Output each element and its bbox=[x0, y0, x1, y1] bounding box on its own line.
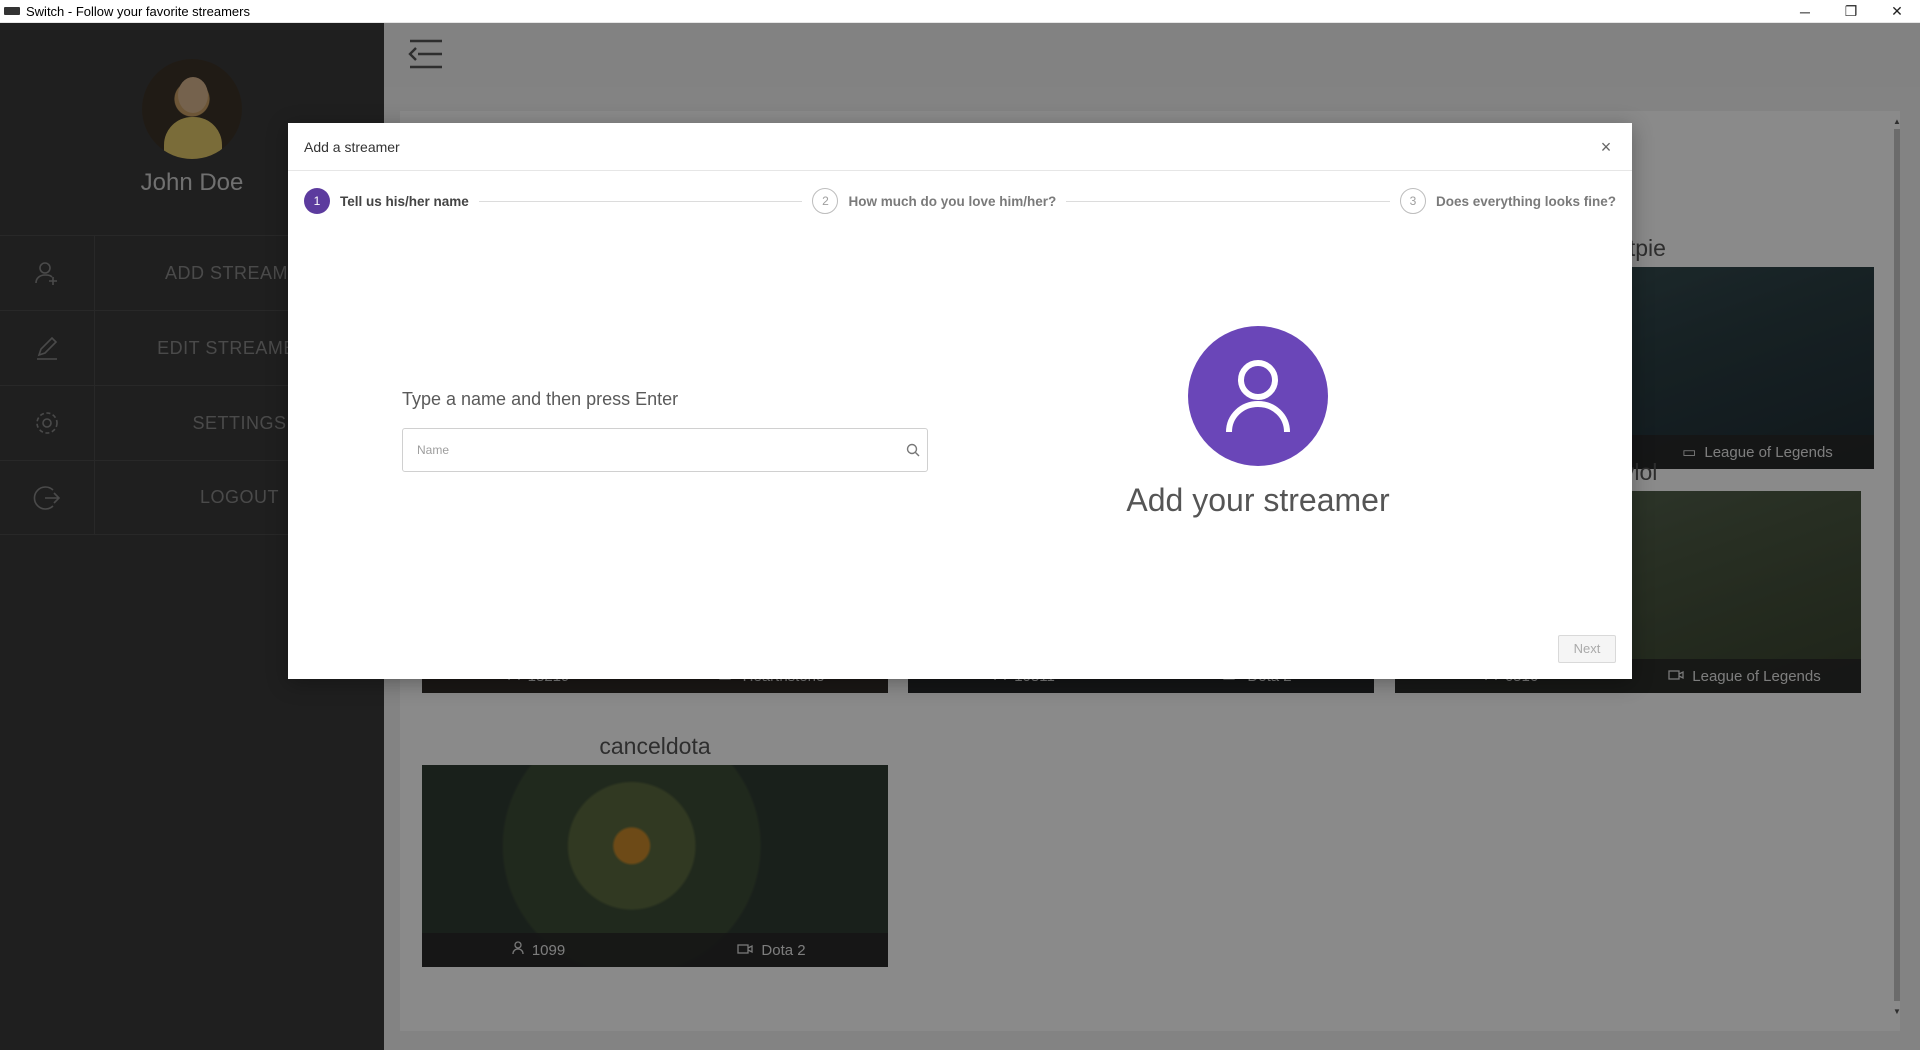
name-form: Type a name and then press Enter bbox=[402, 389, 928, 472]
step-label: Tell us his/her name bbox=[340, 193, 469, 209]
step-1: 1 Tell us his/her name bbox=[304, 188, 469, 214]
add-streamer-dialog: Add a streamer × 1 Tell us his/her name … bbox=[288, 123, 1632, 679]
dialog-title: Add a streamer bbox=[304, 139, 400, 155]
search-icon[interactable] bbox=[905, 442, 921, 463]
step-divider bbox=[1066, 200, 1390, 202]
step-number: 2 bbox=[812, 188, 839, 214]
close-icon[interactable]: × bbox=[1594, 135, 1618, 159]
stepper: 1 Tell us his/her name 2 How much do you… bbox=[304, 187, 1616, 215]
step-divider bbox=[478, 200, 803, 202]
step-number: 3 bbox=[1399, 188, 1426, 214]
window-title: Switch - Follow your favorite streamers bbox=[26, 3, 250, 19]
app-icon bbox=[4, 7, 20, 15]
step-label: Does everything looks fine? bbox=[1435, 193, 1616, 209]
step-2: 2 How much do you love him/her? bbox=[812, 188, 1056, 214]
step-number: 1 bbox=[304, 188, 330, 214]
name-input[interactable] bbox=[415, 430, 895, 470]
close-window-button[interactable]: ✕ bbox=[1874, 0, 1920, 23]
window-titlebar: Switch - Follow your favorite streamers … bbox=[0, 0, 1920, 23]
form-label: Type a name and then press Enter bbox=[402, 389, 679, 409]
user-avatar-icon bbox=[1188, 326, 1328, 466]
dialog-header: Add a streamer × bbox=[288, 123, 1632, 171]
maximize-button[interactable]: ❐ bbox=[1828, 0, 1874, 23]
step-label: How much do you love him/her? bbox=[848, 193, 1057, 209]
minimize-button[interactable]: ─ bbox=[1782, 0, 1828, 23]
step-3: 3 Does everything looks fine? bbox=[1399, 188, 1616, 214]
next-button[interactable]: Next bbox=[1558, 635, 1616, 663]
hero: Add your streamer bbox=[1108, 326, 1408, 519]
name-search-box[interactable] bbox=[402, 428, 928, 472]
window-controls: ─ ❐ ✕ bbox=[1782, 0, 1920, 23]
hero-text: Add your streamer bbox=[1126, 482, 1390, 518]
